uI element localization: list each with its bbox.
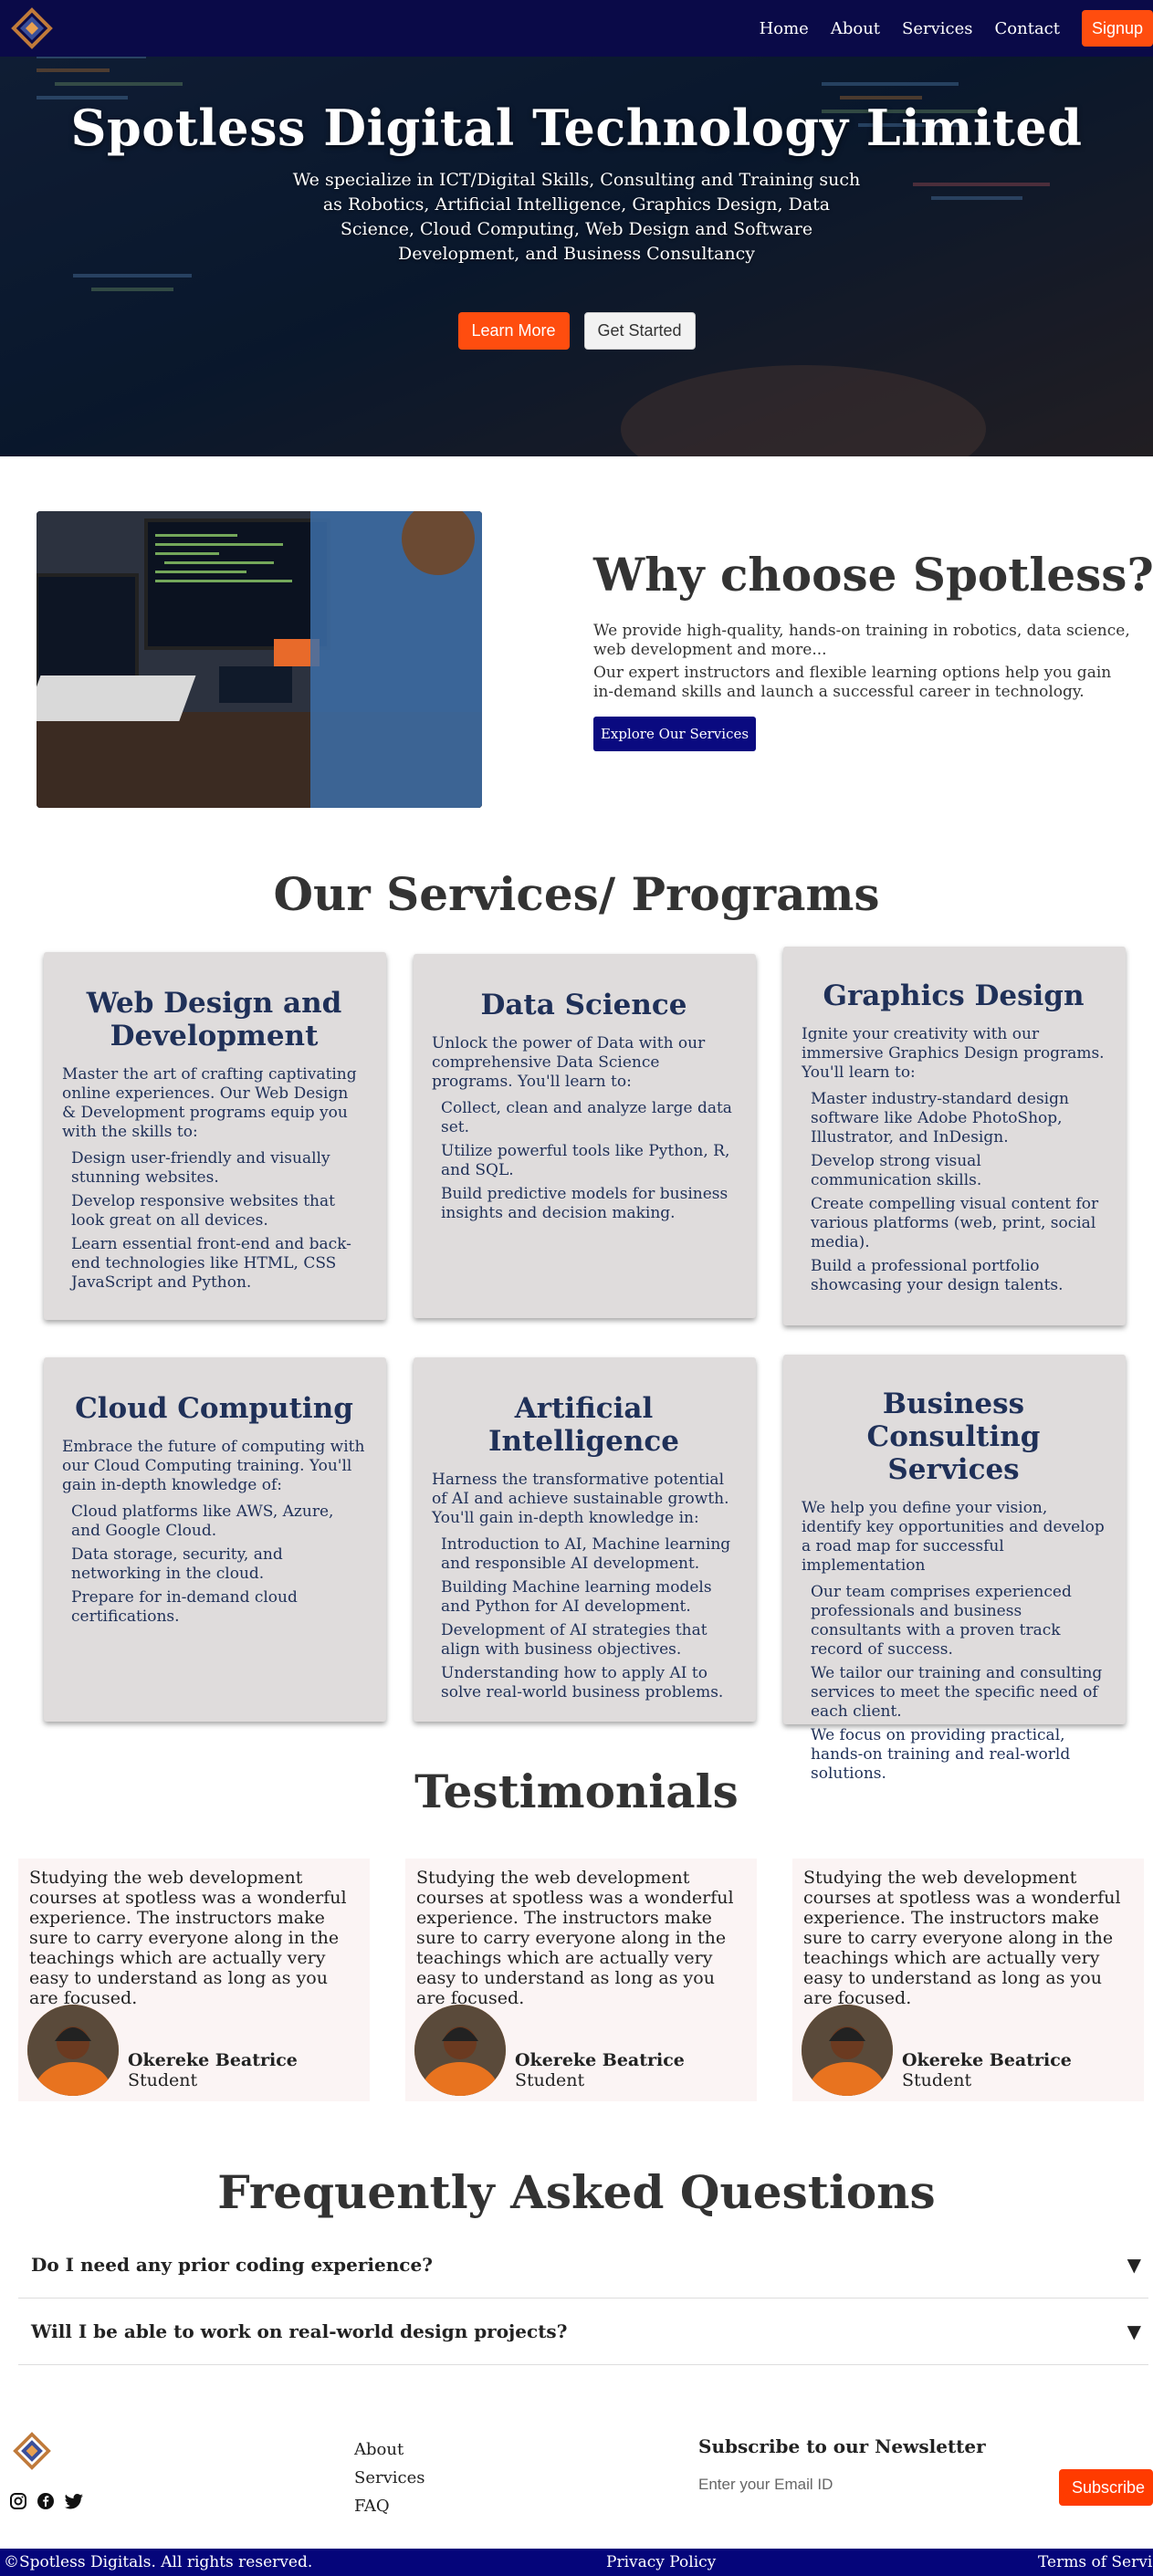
list-item: Understanding how to apply AI to solve r… (441, 1664, 724, 1702)
testimonial-name: Okereke Beatrice (515, 2050, 685, 2070)
service-card-business-consulting: Business Consulting Services We help you… (783, 1355, 1126, 1783)
footer-bottom-bar: ©Spotless Digitals. All rights reserved.… (0, 2549, 1153, 2576)
list-item: Collect, clean and analyze large data se… (441, 1099, 732, 1136)
service-card-intro: We help you define your vision, identify… (802, 1499, 1105, 1575)
service-card-title: Data Science (480, 989, 687, 1021)
list-item: Learn essential front-end and back-end t… (71, 1235, 351, 1292)
copyright-text: ©Spotless Digitals. All rights reserved. (4, 2553, 313, 2571)
nav-link-contact[interactable]: Contact (995, 19, 1060, 38)
list-item: Prepare for in-demand cloud certificatio… (71, 1588, 298, 1626)
list-item: Data storage, security, and networking i… (71, 1545, 283, 1583)
list-item: Design user-friendly and visually stunni… (71, 1149, 330, 1187)
testimonial-card: Studying the web development courses at … (792, 1859, 1144, 2101)
explore-services-button[interactable]: Explore Our Services (593, 717, 756, 751)
testimonial-name: Okereke Beatrice (128, 2050, 298, 2070)
faq-question: Do I need any prior coding experience? (31, 2254, 433, 2276)
faq-question: Will I be able to work on real-world des… (31, 2320, 568, 2342)
list-item: Our team comprises experienced professio… (811, 1583, 1072, 1659)
newsletter-email-input[interactable] (691, 2465, 1047, 2505)
terms-of-service-link[interactable]: Terms of Service (1038, 2553, 1153, 2571)
testimonial-text: Studying the web development courses at … (803, 1868, 1121, 2008)
avatar (27, 2005, 119, 2096)
caret-down-icon[interactable]: ▼ (1127, 2254, 1141, 2276)
list-item: Build a professional portfolio showcasin… (811, 1257, 1064, 1294)
service-card-title: Business Consulting Services (866, 1387, 1041, 1486)
testimonial-text: Studying the web development courses at … (29, 1868, 347, 2008)
list-item: Utilize powerful tools like Python, R, a… (441, 1142, 730, 1179)
list-item: Master industry-standard design software… (811, 1090, 1069, 1147)
caret-down-icon[interactable]: ▼ (1127, 2320, 1141, 2342)
testimonial-card: Studying the web development courses at … (18, 1859, 370, 2101)
service-card-title: Cloud Computing (75, 1392, 353, 1425)
list-item: Introduction to AI, Machine learning and… (441, 1535, 731, 1573)
footer-link-services[interactable]: Services (354, 2464, 425, 2492)
social-links (9, 2492, 84, 2514)
why-paragraph: We provide high-quality, hands-on traini… (593, 622, 1130, 659)
privacy-policy-link[interactable]: Privacy Policy (606, 2553, 716, 2571)
nav-links: Home About Services Contact Signup (760, 0, 1153, 57)
why-image (37, 511, 482, 808)
testimonial-role: Student (902, 2070, 972, 2090)
testimonial-role: Student (515, 2070, 585, 2090)
avatar (414, 2005, 506, 2096)
list-item: Create compelling visual content for var… (811, 1195, 1099, 1251)
subscribe-button[interactable]: Subscribe (1059, 2469, 1153, 2506)
service-card-intro: Ignite your creativity with our immersiv… (802, 1025, 1105, 1082)
faq-item[interactable]: Will I be able to work on real-world des… (18, 2299, 1148, 2365)
why-paragraph: Our expert instructors and flexible lear… (593, 664, 1112, 701)
testimonials-title: Testimonials (414, 1764, 739, 1818)
hero-subtitle: We specialize in ICT/Digital Skills, Con… (292, 170, 861, 264)
testimonial-card: Studying the web development courses at … (405, 1859, 757, 2101)
service-card-intro: Master the art of crafting captivating o… (62, 1065, 357, 1141)
twitter-icon[interactable] (64, 2492, 84, 2514)
service-card-web-design: Web Design and Development Master the ar… (44, 952, 386, 1320)
hero-title: Spotless Digital Technology Limited (70, 99, 1083, 157)
why-section: Why choose Spotless? We provide high-qua… (0, 456, 1153, 831)
get-started-button[interactable]: Get Started (583, 312, 696, 350)
list-item: Building Machine learning models and Pyt… (441, 1578, 712, 1616)
footer-logo[interactable] (13, 2432, 51, 2470)
list-item: Development of AI strategies that align … (441, 1621, 708, 1659)
service-card-graphics-design: Graphics Design Ignite your creativity w… (783, 947, 1126, 1325)
instagram-icon[interactable] (9, 2492, 27, 2514)
why-title: Why choose Spotless? (593, 548, 1153, 602)
footer: About Services FAQ Subscribe to our News… (0, 2401, 1153, 2547)
avatar (802, 2005, 893, 2096)
list-item: Develop strong visual communication skil… (811, 1152, 982, 1189)
testimonial-name: Okereke Beatrice (902, 2050, 1072, 2070)
hero-section: Spotless Digital Technology Limited We s… (0, 0, 1153, 456)
list-item: Cloud platforms like AWS, Azure, and Goo… (71, 1503, 334, 1540)
signup-button[interactable]: Signup (1082, 10, 1153, 47)
top-navbar: Home About Services Contact Signup (0, 0, 1153, 57)
service-card-title: Artificial Intelligence (488, 1392, 679, 1458)
newsletter-title: Subscribe to our Newsletter (698, 2435, 986, 2457)
nav-link-about[interactable]: About (831, 19, 880, 38)
list-item: Build predictive models for business ins… (441, 1185, 728, 1222)
brand-logo[interactable] (11, 7, 53, 49)
list-item: We tailor our training and consulting se… (811, 1664, 1103, 1721)
testimonial-text: Studying the web development courses at … (416, 1868, 734, 2008)
faq-item[interactable]: Do I need any prior coding experience? ▼ (18, 2232, 1148, 2299)
service-card-cloud-computing: Cloud Computing Embrace the future of co… (44, 1357, 386, 1722)
service-card-intro: Harness the transformative potential of … (432, 1471, 729, 1527)
service-card-data-science: Data Science Unlock the power of Data wi… (414, 954, 756, 1318)
faq-title: Frequently Asked Questions (217, 2165, 936, 2219)
service-card-artificial-intelligence: Artificial Intelligence Harness the tran… (414, 1357, 756, 1722)
service-card-title: Graphics Design (823, 979, 1085, 1012)
learn-more-button[interactable]: Learn More (457, 312, 570, 350)
service-card-intro: Embrace the future of computing with our… (62, 1438, 365, 1494)
nav-link-home[interactable]: Home (760, 19, 809, 38)
nav-link-services[interactable]: Services (902, 19, 972, 38)
service-card-title: Web Design and Development (86, 987, 342, 1052)
footer-links: About Services FAQ (354, 2435, 425, 2520)
testimonial-role: Student (128, 2070, 198, 2090)
list-item: Develop responsive websites that look gr… (71, 1192, 335, 1230)
footer-link-faq[interactable]: FAQ (354, 2492, 425, 2520)
footer-link-about[interactable]: About (354, 2435, 425, 2464)
facebook-icon[interactable] (37, 2492, 55, 2514)
service-card-intro: Unlock the power of Data with our compre… (432, 1034, 706, 1091)
services-title: Our Services/ Programs (273, 867, 880, 921)
